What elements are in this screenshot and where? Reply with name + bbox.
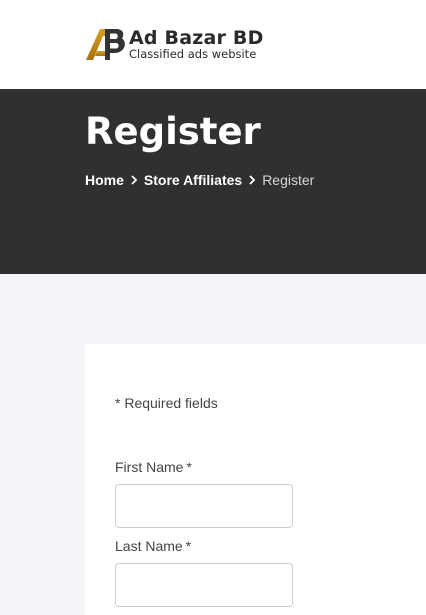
breadcrumb: Home Store Affiliates Register: [85, 170, 314, 190]
required-fields-note: * Required fields: [115, 395, 218, 411]
required-asterisk: *: [185, 538, 192, 554]
page-title-band: Register Home Store Affiliates Register: [0, 89, 426, 274]
breadcrumb-home-link[interactable]: Home: [85, 170, 124, 190]
chevron-right-icon: [242, 175, 262, 185]
logo-ab-icon: [86, 29, 125, 60]
first-name-input[interactable]: [115, 484, 293, 528]
logo-name: Ad Bazar BD: [129, 27, 264, 49]
site-header: Ad Bazar BD Classified ads website: [0, 0, 426, 89]
site-logo[interactable]: Ad Bazar BD Classified ads website: [85, 27, 264, 63]
breadcrumb-store-affiliates-link[interactable]: Store Affiliates: [144, 170, 242, 190]
logo-tagline: Classified ads website: [129, 47, 257, 61]
breadcrumb-current: Register: [262, 172, 315, 188]
register-form: * Required fields First Name * Last Name *: [85, 344, 426, 615]
chevron-right-icon: [124, 175, 144, 185]
last-name-input[interactable]: [115, 563, 293, 607]
first-name-label: First Name *: [115, 459, 192, 475]
required-asterisk: *: [186, 459, 192, 475]
content-area: * Required fields First Name * Last Name *: [0, 274, 426, 615]
last-name-label: Last Name *: [115, 538, 192, 554]
page-title: Register: [85, 110, 261, 153]
